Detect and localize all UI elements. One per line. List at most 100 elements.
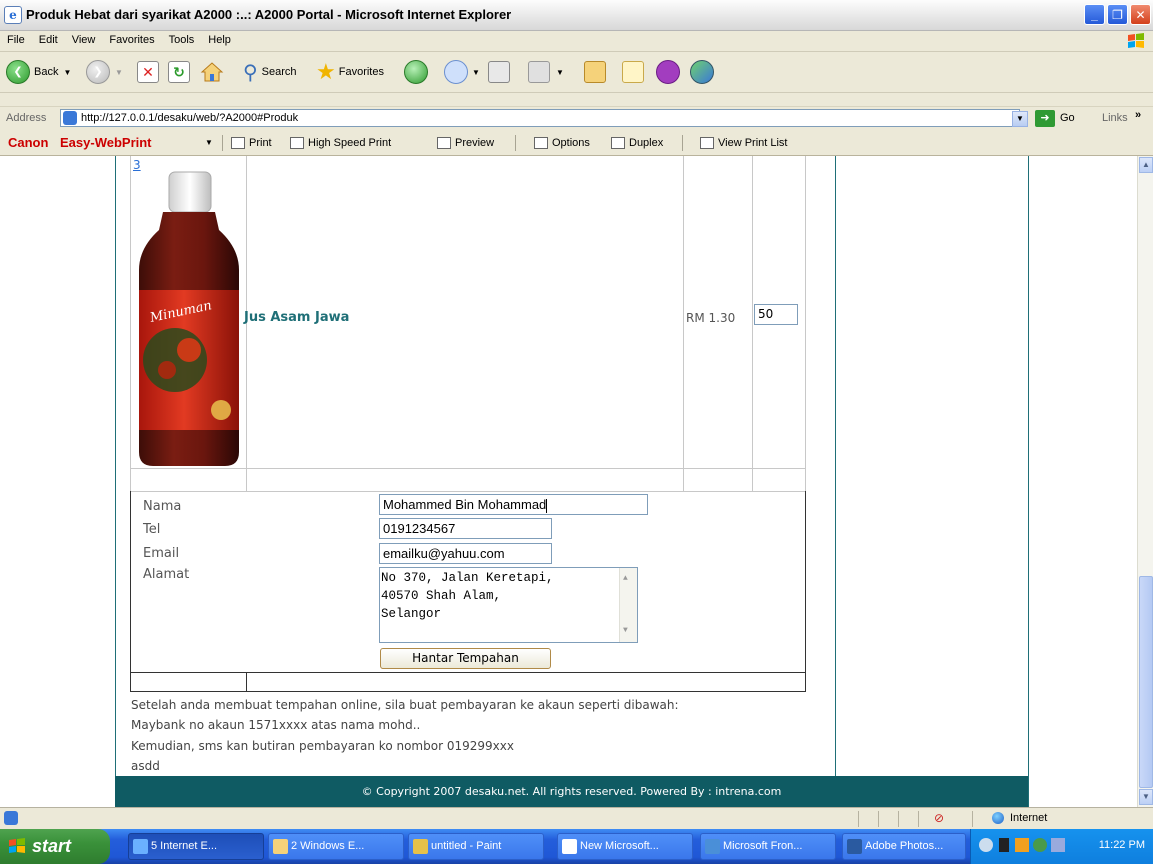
- email-input[interactable]: emailku@yahuu.com: [379, 543, 552, 564]
- forward-arrow-icon: ❯: [86, 60, 110, 84]
- word-document-icon: [562, 839, 577, 854]
- title-bar[interactable]: e Produk Hebat dari syarikat A2000 :..: …: [0, 0, 1153, 31]
- taskbar: start 5 Internet E... 2 Windows E... unt…: [0, 829, 1153, 864]
- menu-edit[interactable]: Edit: [32, 31, 65, 46]
- quantity-input[interactable]: 50: [754, 304, 798, 325]
- chevron-right-icon[interactable]: »: [1135, 109, 1141, 121]
- chevron-down-icon[interactable]: ▼: [623, 622, 628, 640]
- tray-icon[interactable]: [979, 838, 993, 852]
- back-button[interactable]: ❮ Back ▼: [6, 58, 71, 86]
- mail-button[interactable]: ▼: [444, 58, 480, 86]
- taskbar-item-frontpage[interactable]: Microsoft Fron...: [700, 833, 836, 860]
- form-border: [130, 691, 806, 692]
- textarea-scrollbar[interactable]: ▲ ▼: [619, 568, 637, 642]
- windows-logo-icon: [9, 838, 25, 853]
- preview-button[interactable]: Preview: [437, 137, 494, 149]
- chevron-up-icon[interactable]: ▲: [623, 570, 628, 588]
- view-print-list-label: View Print List: [718, 137, 788, 149]
- restore-button[interactable]: ❐: [1107, 4, 1128, 25]
- close-button[interactable]: ✕: [1130, 4, 1151, 25]
- links-button[interactable]: Links: [1102, 112, 1128, 124]
- form-border: [805, 491, 806, 691]
- chevron-down-icon: ▼: [472, 67, 480, 77]
- scroll-down-button[interactable]: ▼: [1139, 789, 1153, 805]
- forward-button[interactable]: ❯ ▼: [86, 58, 123, 86]
- taskbar-item-label: 2 Windows E...: [291, 840, 365, 852]
- address-dropdown-button[interactable]: ▼: [1012, 111, 1028, 127]
- go-label[interactable]: Go: [1060, 112, 1075, 124]
- text-cursor: [546, 498, 548, 513]
- search-icon: ⚲: [243, 61, 258, 84]
- edit-icon: [528, 61, 550, 83]
- go-button[interactable]: ➜: [1035, 110, 1055, 127]
- popup-blocked-icon[interactable]: ⊘: [934, 811, 944, 825]
- search-button[interactable]: ⚲ Search: [243, 58, 297, 86]
- preview-label: Preview: [455, 137, 495, 149]
- history-icon: [404, 60, 428, 84]
- address-textarea[interactable]: No 370, Jalan Keretapi, 40570 Shah Alam,…: [379, 567, 638, 643]
- table-border: [130, 491, 806, 492]
- history-button[interactable]: [404, 58, 428, 86]
- taskbar-item-internet-explorer[interactable]: 5 Internet E...: [128, 833, 264, 860]
- stop-button[interactable]: ✕: [137, 58, 159, 86]
- back-arrow-icon: ❮: [6, 60, 30, 84]
- taskbar-item-label: untitled - Paint: [431, 840, 502, 852]
- menu-favorites[interactable]: Favorites: [102, 31, 161, 46]
- table-border: [683, 156, 684, 491]
- taskbar-item-photoshop[interactable]: Adobe Photos...: [842, 833, 966, 860]
- submit-order-button[interactable]: Hantar Tempahan: [380, 648, 551, 669]
- name-input[interactable]: Mohammed Bin Mohammad: [379, 494, 648, 515]
- options-button[interactable]: Options: [534, 137, 590, 149]
- address-input[interactable]: http://127.0.0.1/desaku/web/?A2000#Produ…: [60, 109, 1020, 127]
- page-viewport[interactable]: 3 Minuman Jus Asam Jawa RM 1.30 50 Nama …: [0, 156, 1137, 807]
- tray-icon[interactable]: [1033, 838, 1047, 852]
- list-icon: [700, 137, 714, 149]
- page-border-right: [1028, 156, 1029, 807]
- scroll-up-button[interactable]: ▲: [1139, 157, 1153, 173]
- canon-print-button[interactable]: Print: [231, 137, 272, 149]
- home-button[interactable]: [200, 58, 224, 86]
- menu-tools[interactable]: Tools: [162, 31, 202, 46]
- product-price: RM 1.30: [686, 311, 736, 325]
- duplex-button[interactable]: Duplex: [611, 137, 663, 149]
- taskbar-item-label: Adobe Photos...: [865, 840, 944, 852]
- mail-icon: [444, 60, 468, 84]
- high-speed-print-button[interactable]: High Speed Print: [290, 137, 391, 149]
- page-scrollbar[interactable]: ▲ ▼: [1137, 156, 1153, 807]
- taskbar-item-word[interactable]: New Microsoft...: [557, 833, 693, 860]
- taskbar-item-paint[interactable]: untitled - Paint: [408, 833, 544, 860]
- photoshop-icon: [847, 839, 862, 854]
- address-field-label: Alamat: [143, 567, 190, 582]
- tel-input[interactable]: 0191234567: [379, 518, 552, 539]
- menu-help[interactable]: Help: [201, 31, 238, 46]
- scroll-thumb[interactable]: [1139, 576, 1153, 788]
- research-icon: [622, 61, 644, 83]
- minimize-button[interactable]: _: [1084, 4, 1105, 25]
- tray-icon[interactable]: [1015, 838, 1029, 852]
- refresh-button[interactable]: ↻: [168, 58, 190, 86]
- menu-view[interactable]: View: [65, 31, 103, 46]
- print-button[interactable]: [488, 58, 510, 86]
- favorites-button[interactable]: ★ Favorites: [316, 58, 384, 86]
- chevron-down-icon[interactable]: ▼: [205, 138, 213, 147]
- easy-webprint-menu[interactable]: Easy-WebPrint: [60, 135, 152, 150]
- messenger-button[interactable]: [656, 58, 680, 86]
- edit-button[interactable]: ▼: [528, 58, 564, 86]
- name-value: Mohammed Bin Mohammad: [383, 497, 547, 512]
- start-button[interactable]: start: [0, 829, 110, 864]
- msn-button[interactable]: [690, 58, 714, 86]
- table-border: [130, 156, 131, 491]
- tray-icon[interactable]: [1051, 838, 1065, 852]
- back-label: Back: [34, 66, 59, 78]
- chevron-down-icon: ▼: [1016, 114, 1024, 123]
- system-tray: 11:22 PM: [970, 829, 1153, 864]
- folder-button[interactable]: [584, 58, 606, 86]
- taskbar-item-windows-explorer[interactable]: 2 Windows E...: [268, 833, 404, 860]
- menu-file[interactable]: File: [0, 31, 32, 46]
- clock[interactable]: 11:22 PM: [1099, 839, 1145, 851]
- view-print-list-button[interactable]: View Print List: [700, 137, 788, 149]
- research-button[interactable]: [622, 58, 644, 86]
- payment-note: Kemudian, sms kan butiran pembayaran ko …: [131, 739, 514, 753]
- windows-flag-icon: [1128, 33, 1144, 48]
- tray-icon[interactable]: [999, 838, 1009, 852]
